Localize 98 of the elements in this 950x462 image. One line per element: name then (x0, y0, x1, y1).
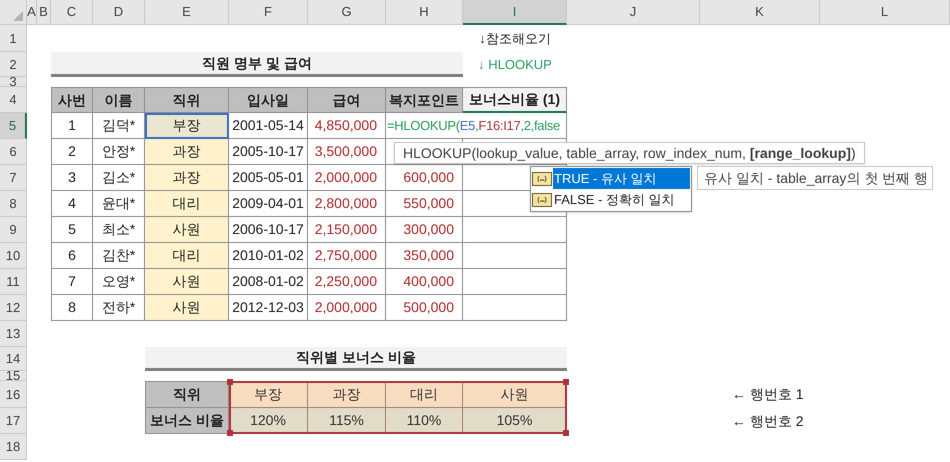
table-cell: 400,000 (386, 269, 463, 295)
row-header[interactable]: 3 (0, 77, 27, 87)
table-cell: 600,000 (386, 165, 463, 191)
column-heading: 복지포인트 (386, 87, 463, 113)
table-cell: 500,000 (386, 295, 463, 321)
table-cell: 8 (51, 295, 93, 321)
table-cell: 2008-01-02 (229, 269, 308, 295)
table-cell: 550,000 (386, 191, 463, 217)
table-cell: 7 (51, 269, 93, 295)
column-header[interactable]: K (700, 0, 820, 25)
column-heading: 직위 (145, 87, 229, 113)
table-title: 직원 명부 및 급여 (51, 52, 463, 77)
table-cell: 부장 (229, 381, 308, 408)
column-header[interactable]: H (386, 0, 463, 25)
table-cell: 부장 (145, 113, 229, 139)
table-cell: 대리 (145, 243, 229, 269)
row-header[interactable]: 5 (0, 113, 27, 139)
table-cell: 300,000 (386, 217, 463, 243)
row-header[interactable]: 11 (0, 269, 27, 295)
table-cell: 1 (51, 113, 93, 139)
table-cell: 4 (51, 191, 93, 217)
note-text: ← 행번호 2 (731, 412, 805, 430)
table-cell: 2009-04-01 (229, 191, 308, 217)
row-heading: 보너스 비율 (145, 408, 229, 434)
column-header[interactable]: L (820, 0, 950, 25)
table-cell: 5 (51, 217, 93, 243)
column-header[interactable]: D (93, 0, 145, 25)
argument-icon (532, 192, 552, 206)
table-cell: 과장 (145, 165, 229, 191)
column-header[interactable]: F (229, 0, 308, 25)
autocomplete-item[interactable]: TRUE - 유사 일치 (553, 168, 690, 189)
table-cell: 과장 (145, 139, 229, 165)
note-text: ← 행번호 1 (731, 385, 805, 404)
select-all-icon[interactable] (13, 11, 23, 21)
column-heading: 보너스비율 (1) (463, 87, 567, 113)
column-header[interactable]: J (567, 0, 700, 25)
table-cell: 105% (463, 408, 567, 434)
row-header[interactable]: 17 (0, 408, 27, 434)
column-header[interactable]: B (37, 0, 51, 25)
column-heading: 급여 (308, 87, 386, 113)
table-cell: 2,750,000 (308, 243, 386, 269)
row-header[interactable]: 1 (0, 25, 27, 52)
note-text: ↓ HLOOKUP (477, 56, 553, 74)
table-cell: 과장 (308, 381, 386, 408)
table-cell: 2012-12-03 (229, 295, 308, 321)
row-header[interactable]: 15 (0, 371, 27, 381)
column-header[interactable]: A (27, 0, 37, 25)
row-header[interactable]: 8 (0, 191, 27, 217)
table-cell: 2,250,000 (308, 269, 386, 295)
table-cell: 2 (51, 139, 93, 165)
table-cell: 2,000,000 (308, 165, 386, 191)
row-heading: 직위 (145, 381, 229, 408)
table-cell: 110% (386, 408, 463, 434)
row-header[interactable]: 12 (0, 295, 27, 321)
row-header[interactable]: 4 (0, 87, 27, 113)
table-cell: 2010-01-02 (229, 243, 308, 269)
table-cell: 2006-10-17 (229, 217, 308, 243)
table-cell: 6 (51, 243, 93, 269)
table-cell: 2005-10-17 (229, 139, 308, 165)
table-cell: 대리 (386, 381, 463, 408)
description-tooltip: 유사 일치 - table_array의 첫 번째 행 (697, 166, 934, 190)
column-header[interactable]: E (145, 0, 229, 25)
table-cell: 3,500,000 (308, 139, 386, 165)
autocomplete-item[interactable]: FALSE - 정확히 일치 (553, 189, 690, 210)
table-cell: 사원 (145, 295, 229, 321)
table-cell: 2,000,000 (308, 295, 386, 321)
function-tooltip: HLOOKUP(lookup_value, table_array, row_index_num, [range_lookup]) (394, 142, 865, 164)
column-header[interactable]: I (463, 0, 567, 25)
table-cell: 2,150,000 (308, 217, 386, 243)
row-header[interactable]: 2 (0, 52, 27, 77)
row-header[interactable]: 7 (0, 165, 27, 191)
table-cell: 2005-05-01 (229, 165, 308, 191)
row-header[interactable]: 18 (0, 434, 27, 460)
formula-editor[interactable]: =HLOOKUP(E5,F16:I17,2,false (386, 113, 567, 139)
row-header[interactable]: 14 (0, 347, 27, 371)
table-cell: 115% (308, 408, 386, 434)
column-heading: 사번 (51, 87, 93, 113)
argument-icon (532, 172, 552, 186)
row-header[interactable]: 6 (0, 139, 27, 165)
row-header[interactable]: 10 (0, 243, 27, 269)
table-cell: 대리 (145, 191, 229, 217)
table-cell: 2,800,000 (308, 191, 386, 217)
column-heading: 이름 (93, 87, 145, 113)
table-title: 직위별 보너스 비율 (145, 347, 567, 371)
note-text: ↓참조해오기 (478, 30, 552, 48)
column-header[interactable]: G (308, 0, 386, 25)
row-header[interactable]: 9 (0, 217, 27, 243)
table-cell: 사원 (145, 269, 229, 295)
table-cell: 2001-05-14 (229, 113, 308, 139)
table-cell: 사원 (463, 381, 567, 408)
row-header[interactable]: 13 (0, 321, 27, 347)
row-header[interactable]: 16 (0, 381, 27, 408)
column-header[interactable]: C (51, 0, 93, 25)
column-heading: 입사일 (229, 87, 308, 113)
table-cell: 120% (229, 408, 308, 434)
table-cell: 3 (51, 165, 93, 191)
table-cell: 350,000 (386, 243, 463, 269)
table-cell: 사원 (145, 217, 229, 243)
